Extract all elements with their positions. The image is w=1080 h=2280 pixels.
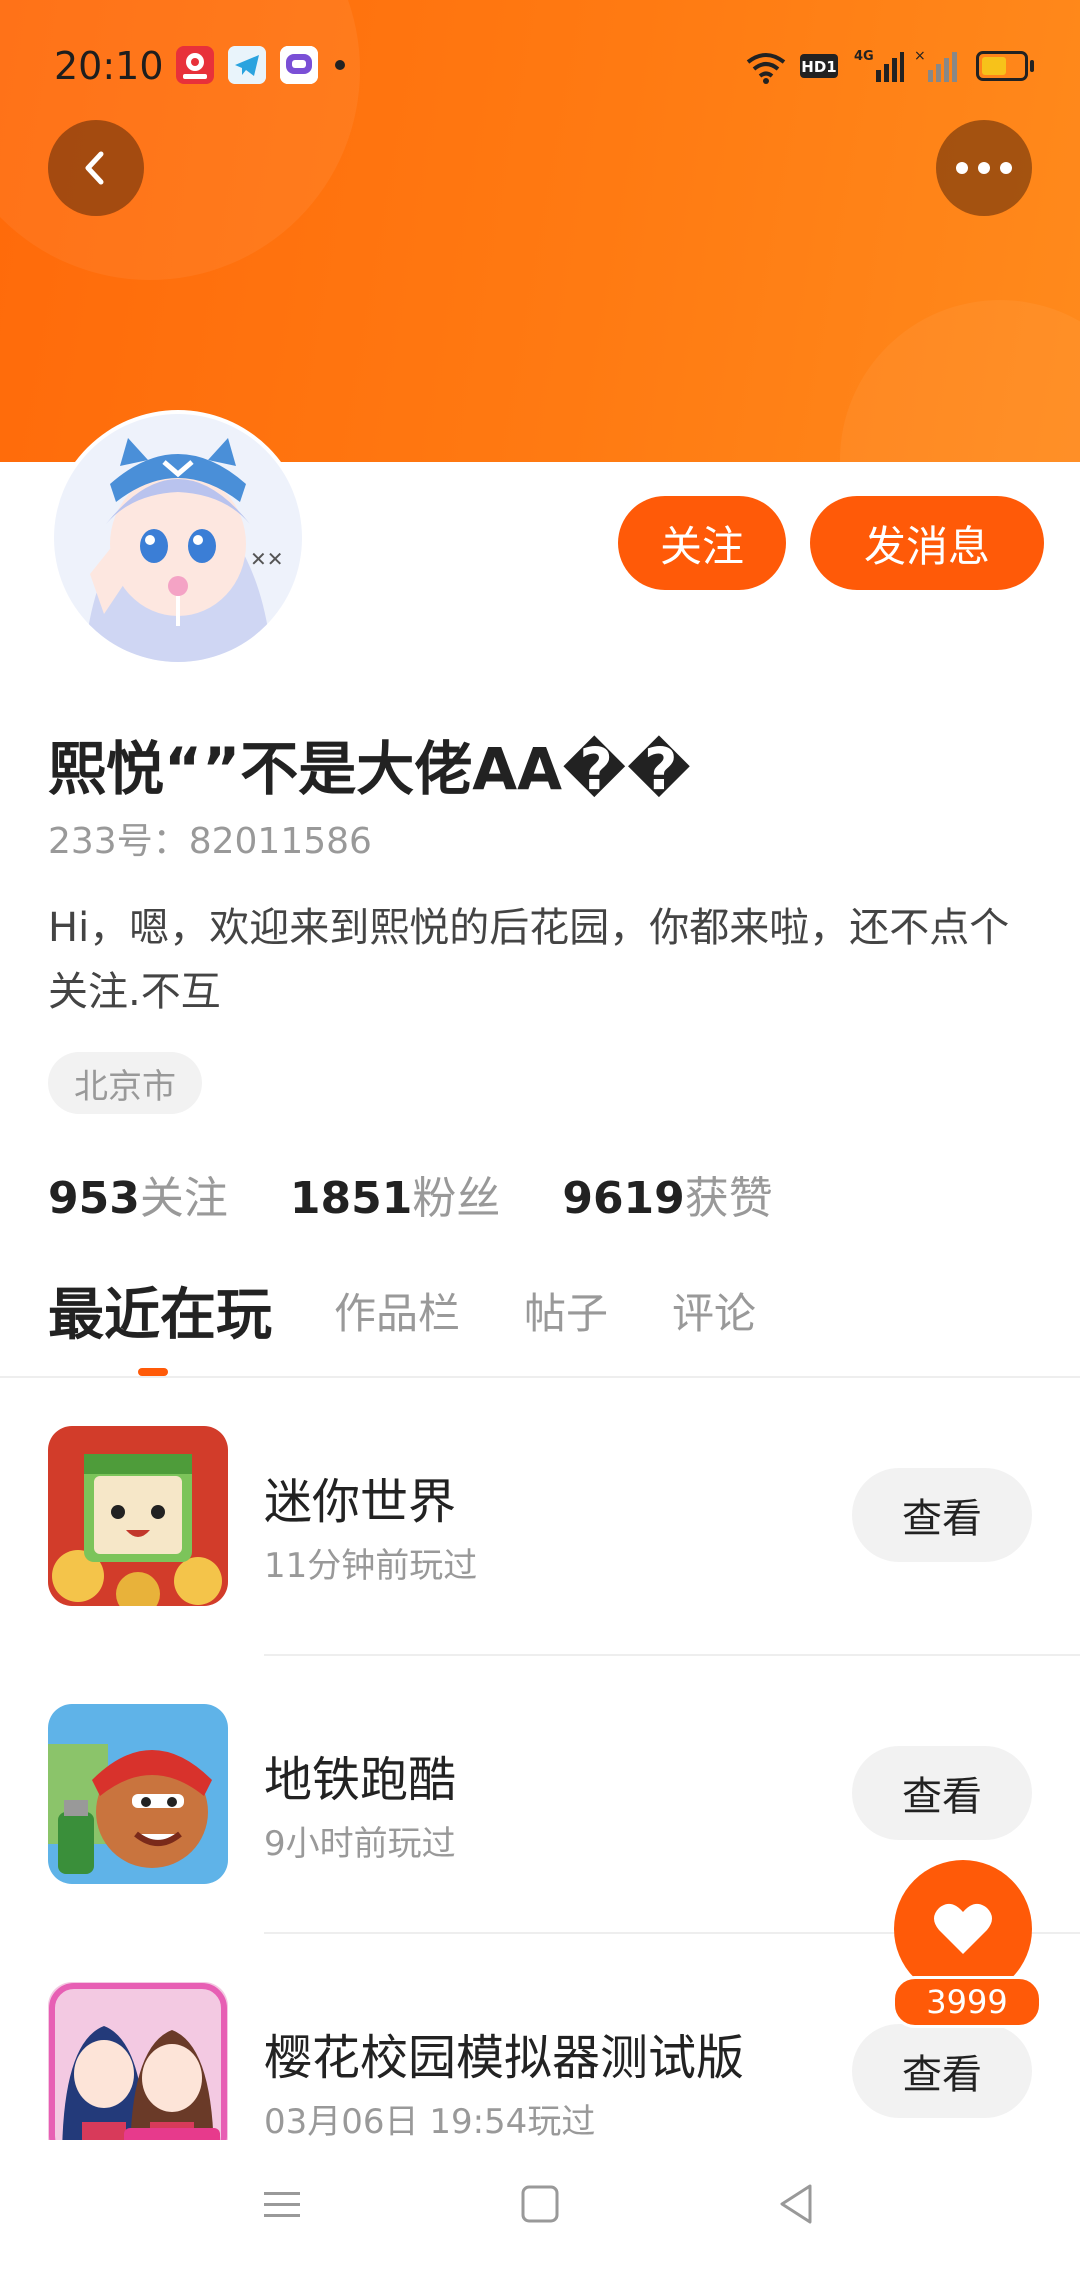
status-bar: 20:10 HD1 4G × bbox=[0, 0, 1080, 130]
view-button[interactable]: 查看 bbox=[852, 2024, 1032, 2118]
stat-value: 9619 bbox=[562, 1173, 685, 1224]
back-triangle-icon[interactable] bbox=[776, 2182, 816, 2226]
avatar[interactable]: ✕✕ bbox=[54, 414, 302, 662]
user-id: 233号：82011586 bbox=[48, 821, 372, 862]
user-bio: Hi，嗯，欢迎来到熙悦的后花园，你都来啦，还不点个关注.不互 bbox=[48, 905, 1010, 1015]
telegram-icon bbox=[228, 46, 266, 84]
status-time: 20:10 bbox=[54, 44, 164, 88]
cellular-signal-icon: 4G bbox=[854, 46, 904, 86]
battery-level bbox=[982, 57, 1006, 75]
battery-tip bbox=[1030, 60, 1034, 72]
view-button[interactable]: 查看 bbox=[852, 1468, 1032, 1562]
game-name: 樱花校园模拟器测试版 bbox=[264, 2030, 745, 2086]
game-icon-mini-world bbox=[48, 1426, 228, 1606]
divider bbox=[264, 1654, 1080, 1656]
game-played-time: 03月06日 19:54玩过 bbox=[264, 2102, 596, 2142]
cellular-signal-2-icon: × bbox=[914, 46, 962, 86]
profile-stats: 953 关注 1851 粉丝 9619 获赞 bbox=[48, 1162, 835, 1224]
stat-likes[interactable]: 9619 获赞 bbox=[562, 1162, 772, 1226]
more-options-button[interactable] bbox=[936, 120, 1032, 216]
stat-following[interactable]: 953 关注 bbox=[48, 1162, 228, 1226]
game-list-item[interactable]: 迷你世界 11分钟前玩过 查看 bbox=[0, 1426, 1080, 1706]
menu-icon[interactable] bbox=[262, 2184, 302, 2224]
stat-label: 粉丝 bbox=[412, 1173, 501, 1224]
tab-posts[interactable]: 帖子 bbox=[524, 1280, 608, 1341]
banner-decoration bbox=[840, 300, 1080, 462]
active-tab-indicator bbox=[138, 1368, 168, 1376]
game-icon-subway-surfers bbox=[48, 1704, 228, 1884]
svg-text:4G: 4G bbox=[854, 49, 874, 64]
battery-icon bbox=[976, 51, 1034, 81]
wifi-icon bbox=[744, 46, 788, 86]
game-name: 迷你世界 bbox=[264, 1474, 457, 1530]
chat-app-icon bbox=[280, 46, 318, 84]
location-badge: 北京市 bbox=[48, 1052, 202, 1114]
hd-icon: HD1 bbox=[798, 46, 842, 86]
back-button[interactable] bbox=[48, 120, 144, 216]
tab-recently-played[interactable]: 最近在玩 bbox=[48, 1270, 272, 1351]
stat-followers[interactable]: 1851 粉丝 bbox=[290, 1162, 500, 1226]
game-played-time: 11分钟前玩过 bbox=[264, 1546, 478, 1586]
tab-comments[interactable]: 评论 bbox=[672, 1280, 756, 1341]
avatar-image: ✕✕ bbox=[54, 414, 302, 662]
svg-text:HD1: HD1 bbox=[801, 58, 836, 76]
divider bbox=[0, 1376, 1080, 1378]
notification-dot bbox=[335, 60, 345, 70]
svg-text:✕✕: ✕✕ bbox=[250, 547, 284, 571]
more-dots-icon bbox=[956, 162, 1012, 174]
stat-value: 1851 bbox=[289, 1173, 413, 1224]
home-square-icon[interactable] bbox=[520, 2184, 560, 2224]
message-button[interactable]: 发消息 bbox=[810, 496, 1044, 590]
view-button[interactable]: 查看 bbox=[852, 1746, 1032, 1840]
stat-label: 关注 bbox=[139, 1173, 228, 1224]
follow-button[interactable]: 关注 bbox=[618, 496, 786, 590]
system-nav-bar bbox=[0, 2140, 1080, 2280]
stat-label: 获赞 bbox=[684, 1173, 773, 1224]
username: 熙悦“”不是大佬AA�� bbox=[48, 735, 692, 803]
notification-app-icon bbox=[176, 46, 214, 84]
tab-works[interactable]: 作品栏 bbox=[334, 1280, 460, 1341]
chevron-left-icon bbox=[85, 151, 104, 185]
game-played-time: 9小时前玩过 bbox=[264, 1824, 456, 1864]
profile-tabs: 最近在玩 作品栏 帖子 评论 bbox=[48, 1280, 820, 1348]
game-name: 地铁跑酷 bbox=[264, 1752, 457, 1808]
svg-text:×: × bbox=[914, 48, 926, 64]
like-count-badge: 3999 bbox=[892, 1976, 1042, 2028]
stat-value: 953 bbox=[48, 1173, 140, 1224]
game-icon-sakura-school bbox=[48, 1982, 228, 2162]
heart-icon bbox=[934, 1903, 992, 1954]
